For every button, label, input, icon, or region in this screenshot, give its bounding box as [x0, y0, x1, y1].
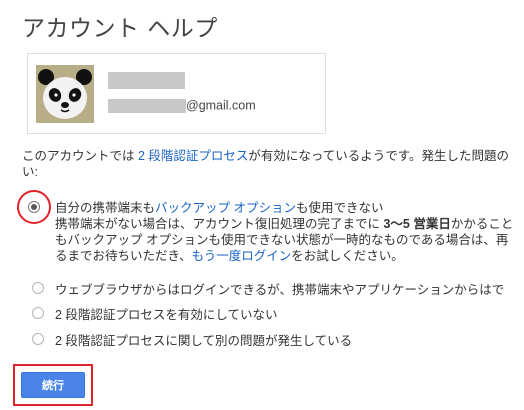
option-radio-browser-login[interactable] [32, 282, 44, 294]
account-email: @gmail.com [108, 95, 256, 113]
option-detail-no-device: 携帯端末がない場合は、アカウント復旧処理の完了までに 3〜5 営業日かかること … [55, 217, 514, 263]
option-label-no-device[interactable]: 自分の携帯端末もバックアップ オプションも使用できない [55, 197, 384, 216]
option-radio-no-device[interactable] [28, 201, 40, 213]
option-radio-not-enabled[interactable] [32, 307, 44, 319]
option-label-other-issue[interactable]: 2 段階認証プロセスに関して別の問題が発生している [55, 330, 352, 349]
page-title: アカウント ヘルプ [22, 16, 218, 42]
panda-avatar-image [36, 65, 94, 123]
option-label-browser-login[interactable]: ウェブブラウザからはログインできるが、携帯端末やアプリケーションからはで [55, 279, 504, 298]
account-name-redacted [108, 72, 185, 89]
continue-highlight: 続行 [13, 364, 93, 406]
continue-button[interactable]: 続行 [21, 372, 85, 398]
backup-options-link[interactable]: バックアップ オプション [155, 201, 296, 215]
two-step-link[interactable]: 2 段階認証プロセス [138, 149, 248, 163]
intro-text: このアカウントでは 2 段階認証プロセスが有効になっているようです。発生した問題… [22, 149, 510, 179]
avatar [36, 65, 94, 123]
email-redacted [108, 98, 186, 113]
retry-login-link[interactable]: もう一度ログイン [192, 249, 292, 263]
account-card: @gmail.com [27, 53, 326, 134]
option-radio-other-issue[interactable] [32, 333, 44, 345]
option-label-not-enabled[interactable]: 2 段階認証プロセスを有効にしていない [55, 304, 278, 323]
email-domain: @gmail.com [186, 98, 256, 113]
